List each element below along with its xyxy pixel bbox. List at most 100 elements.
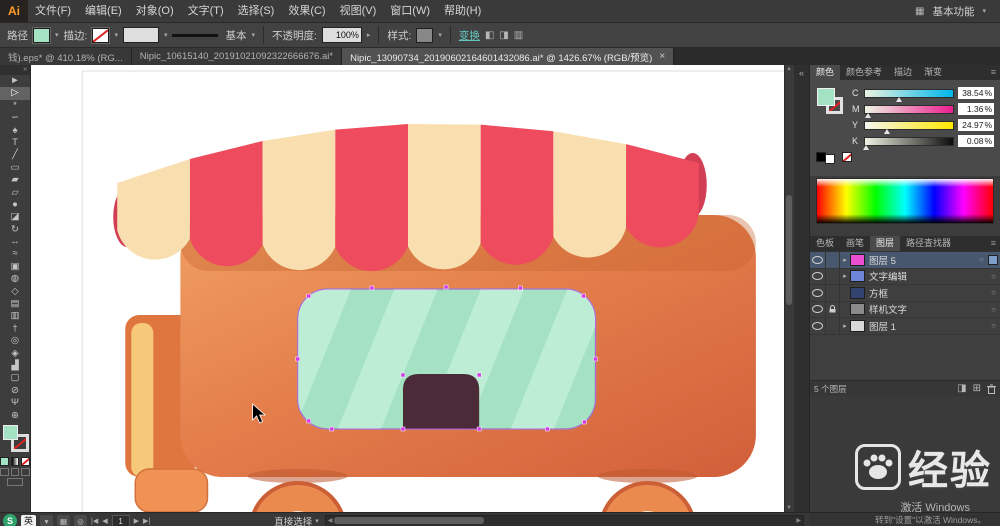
tab-layers[interactable]: 图层 [870, 236, 901, 251]
target-icon[interactable]: ○ [991, 305, 996, 314]
fill-stroke-widget[interactable] [0, 424, 30, 455]
tab-stroke[interactable]: 描边 [888, 65, 918, 80]
tool-zoom[interactable]: ⊕ [0, 410, 30, 422]
tab-color[interactable]: 颜色 [810, 65, 841, 80]
expander-icon[interactable]: ▸ [840, 256, 850, 264]
panel-menu-icon[interactable]: ≡ [987, 65, 1000, 80]
close-icon[interactable]: × [659, 51, 665, 62]
menu-select[interactable]: 选择(S) [231, 0, 282, 22]
awning-stripe[interactable] [335, 124, 408, 272]
lock-toggle[interactable] [826, 268, 840, 284]
tool-shape-builder[interactable]: ◍ [0, 273, 30, 285]
menu-edit[interactable]: 编辑(E) [78, 0, 129, 22]
artwork[interactable] [31, 65, 794, 512]
menu-type[interactable]: 文字(T) [181, 0, 231, 22]
black-value-field[interactable]: 0.08% [958, 135, 994, 147]
tool-slice[interactable]: ⊘ [0, 385, 30, 397]
fill-proxy-swatch[interactable] [3, 424, 18, 440]
layer-name[interactable]: 图层 5 [869, 253, 979, 267]
yellow-value-field[interactable]: 24.97% [958, 119, 994, 131]
layer-row[interactable]: 方框 ○ [810, 285, 1000, 302]
gradient-button[interactable] [10, 456, 20, 466]
tool-width[interactable]: ≈ [0, 248, 30, 260]
chevron-down-icon[interactable]: ▾ [982, 7, 986, 15]
panel-menu-icon[interactable]: ≡ [987, 236, 1000, 251]
target-icon[interactable]: ○ [991, 321, 996, 330]
awning-stripe[interactable] [407, 124, 481, 270]
lock-toggle[interactable] [826, 301, 840, 317]
tool-artboard[interactable]: ▢ [0, 372, 30, 384]
horizontal-scrollbar-thumb[interactable] [333, 516, 484, 524]
menu-object[interactable]: 对象(O) [129, 0, 181, 22]
magenta-slider[interactable] [864, 104, 954, 118]
chevron-down-icon[interactable]: ▾ [438, 31, 442, 39]
draw-inside-button[interactable] [21, 467, 31, 476]
fill-stroke-indicator[interactable] [817, 88, 847, 118]
visibility-toggle[interactable] [810, 268, 826, 284]
color-button[interactable] [0, 456, 9, 466]
tool-direct-selection[interactable]: ▷ [0, 87, 30, 100]
tool-blend[interactable]: ◎ [0, 335, 30, 347]
menu-effect[interactable]: 效果(C) [281, 0, 332, 22]
tool-lasso[interactable]: ∽ [0, 112, 30, 124]
none-button[interactable] [21, 456, 31, 466]
distribute-icon[interactable]: ▥ [514, 30, 523, 41]
opacity-field[interactable]: 100% [321, 27, 362, 43]
lock-toggle[interactable] [826, 252, 840, 268]
document-tab[interactable]: 钱).eps* @ 410.18% (RG... [0, 48, 132, 65]
magenta-value-field[interactable]: 1.36% [958, 103, 994, 115]
workspace-switcher[interactable]: 基本功能 [932, 4, 974, 19]
document-tab[interactable]: Nipic_10615140_20191021092322666676.ai* [131, 48, 343, 65]
align-horizontal-icon[interactable]: ◧ [485, 30, 494, 41]
tool-pen[interactable]: ♠ [0, 125, 30, 137]
layer-row[interactable]: ▸ 文字编辑 ○ [810, 268, 1000, 285]
visibility-toggle[interactable] [810, 285, 826, 301]
chevron-down-icon[interactable]: ▾ [251, 31, 255, 39]
tool-free-transform[interactable]: ▣ [0, 261, 30, 273]
last-artboard-icon[interactable]: ▶| [143, 517, 150, 525]
first-artboard-icon[interactable]: |◀ [91, 517, 98, 525]
fill-color-swatch[interactable] [33, 27, 50, 43]
ime-language-indicator[interactable]: 英 [21, 515, 37, 526]
opacity-spinner-icon[interactable]: ▸ [367, 31, 371, 39]
tool-hand[interactable]: Ψ [0, 397, 30, 409]
menu-file[interactable]: 文件(F) [28, 0, 78, 22]
cart-door[interactable] [402, 374, 480, 429]
brush-definition[interactable]: 基本 [225, 28, 246, 43]
vertical-scrollbar-thumb[interactable] [786, 195, 792, 305]
graphic-style-swatch[interactable] [416, 27, 434, 43]
awning-stripe[interactable] [189, 141, 263, 267]
wheel-right[interactable] [600, 481, 694, 512]
tool-column-graph[interactable]: ▟ [0, 360, 30, 372]
target-icon[interactable]: ○ [979, 255, 984, 264]
tool-selection[interactable]: ► [0, 75, 30, 87]
tool-paintbrush[interactable]: ▰ [0, 174, 30, 186]
visibility-toggle[interactable] [810, 301, 826, 317]
delete-layer-icon[interactable] [987, 384, 996, 394]
awning-stripe[interactable] [262, 129, 336, 271]
cart-bumper[interactable] [134, 468, 209, 512]
tool-pencil[interactable]: ▱ [0, 187, 30, 199]
tab-color-guide[interactable]: 颜色参考 [840, 65, 888, 80]
ime-app-icon[interactable]: S [3, 514, 17, 526]
tool-mesh[interactable]: ▤ [0, 298, 30, 310]
draw-behind-button[interactable] [10, 467, 20, 476]
chevron-down-icon[interactable]: ▾ [164, 31, 168, 39]
stroke-color-swatch[interactable] [92, 27, 110, 43]
menu-window[interactable]: 窗口(W) [383, 0, 437, 22]
artboard-canvas[interactable]: ▲ ▼ [31, 65, 794, 512]
screen-mode-button[interactable] [7, 477, 23, 486]
tool-eyedropper[interactable]: † [0, 323, 30, 335]
tool-eraser[interactable]: ◪ [0, 211, 30, 223]
artboard-number-field[interactable]: 1 [111, 514, 130, 526]
black-slider[interactable] [862, 136, 954, 150]
tool-line-segment[interactable]: ╱ [0, 149, 30, 161]
fill-indicator[interactable] [817, 88, 835, 106]
make-clipping-mask-icon[interactable]: ◨ [957, 383, 966, 394]
ime-keyboard-icon[interactable]: ▦ [57, 515, 71, 526]
menu-help[interactable]: 帮助(H) [437, 0, 488, 22]
tab-swatches[interactable]: 色板 [810, 236, 840, 251]
expander-icon[interactable]: ▸ [840, 272, 850, 280]
tool-gradient[interactable]: ▥ [0, 310, 30, 322]
tool-magic-wand[interactable]: * [0, 100, 30, 112]
